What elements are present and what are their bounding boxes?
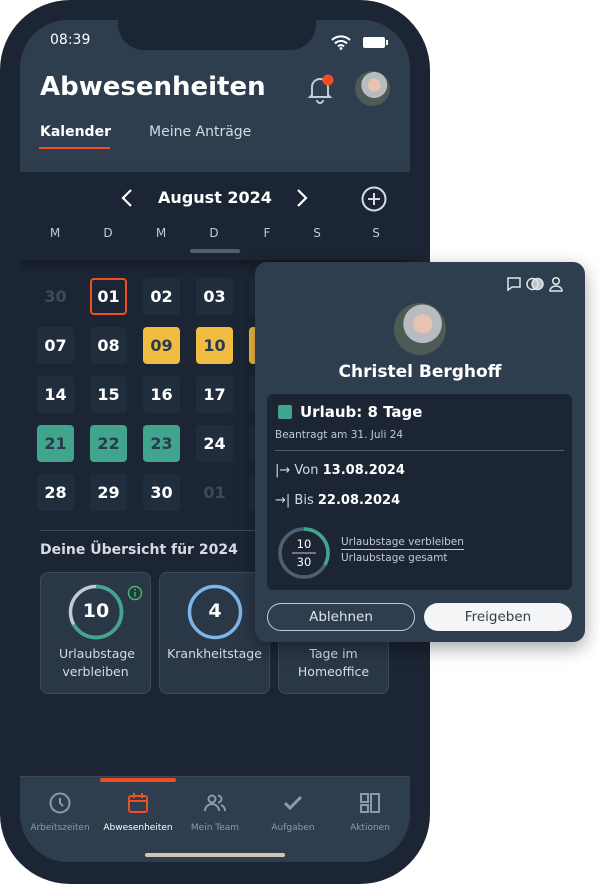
- end-arrow-icon: →|: [275, 493, 291, 508]
- card-label: Urlaubstage verbleiben: [59, 646, 135, 679]
- remaining-label: Urlaubstage verbleiben: [341, 536, 464, 550]
- weekday-label: D: [209, 226, 219, 240]
- from-label: Von: [294, 463, 319, 478]
- calendar-day[interactable]: 03: [196, 278, 233, 315]
- weekday-label: M: [49, 226, 61, 240]
- bottom-nav: Arbeitszeiten Abwesenheiten Mein Team Au…: [20, 776, 410, 862]
- nav-label: Arbeitszeiten: [30, 823, 90, 833]
- chevron-right-icon[interactable]: [295, 188, 309, 208]
- request-popup: Christel Berghoff Urlaub: 8 Tage Beantra…: [255, 262, 585, 642]
- from-date: 13.08.2024: [322, 463, 405, 478]
- calendar-day[interactable]: 14: [37, 376, 74, 413]
- drag-handle[interactable]: [190, 249, 240, 253]
- contrast-icon[interactable]: [526, 276, 544, 292]
- weekday-label: S: [372, 226, 380, 240]
- add-circle-icon[interactable]: [361, 186, 387, 212]
- card-urlaubstage[interactable]: 10 Urlaubstage verbleiben: [40, 572, 151, 694]
- to-label: Bis: [294, 493, 314, 508]
- calendar-day[interactable]: 01: [196, 474, 233, 511]
- calendar-day[interactable]: 30: [37, 278, 74, 315]
- nav-aktionen[interactable]: Aktionen: [331, 791, 409, 833]
- calendar-day[interactable]: 09: [143, 327, 180, 364]
- request-type: Urlaub: 8 Tage: [300, 403, 423, 421]
- card-value: 10: [82, 600, 110, 622]
- overview-title: Deine Übersicht für 2024: [40, 542, 238, 558]
- tab-kalender[interactable]: Kalender: [40, 124, 111, 140]
- divider: [275, 450, 564, 451]
- card-label: Tage im Homeoffice: [297, 646, 370, 679]
- month-bar: [20, 172, 410, 260]
- calendar-day[interactable]: 17: [196, 376, 233, 413]
- user-name: Christel Berghoff: [338, 362, 502, 382]
- calendar-day[interactable]: 16: [143, 376, 180, 413]
- calendar-day[interactable]: 28: [37, 474, 74, 511]
- battery-tip: [386, 40, 388, 45]
- calendar-day[interactable]: 21: [37, 425, 74, 462]
- total-label: Urlaubstage gesamt: [341, 552, 448, 564]
- weekday-label: F: [263, 226, 271, 240]
- calendar-day[interactable]: 10: [196, 327, 233, 364]
- calendar-day[interactable]: 15: [90, 376, 127, 413]
- requested-date: Beantragt am 31. Juli 24: [275, 429, 404, 441]
- start-arrow-icon: |→: [275, 463, 291, 478]
- request-details: Urlaub: 8 Tage Beantragt am 31. Juli 24 …: [267, 394, 572, 590]
- avatar[interactable]: [355, 71, 390, 106]
- approve-button[interactable]: Freigeben: [424, 603, 572, 631]
- clock-icon: [49, 792, 71, 814]
- weekday-label: S: [313, 226, 321, 240]
- tab-active-indicator: [39, 147, 110, 149]
- calendar-day[interactable]: 07: [37, 327, 74, 364]
- remaining-ring: [278, 527, 330, 579]
- bell-icon[interactable]: [306, 74, 334, 104]
- tab-meine-antraege[interactable]: Meine Anträge: [149, 124, 251, 140]
- nav-aufgaben[interactable]: Aufgaben: [254, 791, 332, 833]
- nav-label: Aktionen: [350, 823, 390, 833]
- calendar-day[interactable]: 08: [90, 327, 127, 364]
- calendar-day[interactable]: 23: [143, 425, 180, 462]
- calendar-day[interactable]: 02: [143, 278, 180, 315]
- nav-label: Aufgaben: [271, 823, 315, 833]
- nav-abwesenheiten[interactable]: Abwesenheiten: [99, 791, 177, 833]
- card-value: 4: [208, 600, 222, 622]
- to-date: 22.08.2024: [317, 493, 401, 508]
- calendar-icon: [128, 793, 148, 813]
- total-days: 30: [296, 555, 312, 569]
- calendar-day[interactable]: 29: [90, 474, 127, 511]
- card-label: Krankheitstage: [167, 646, 262, 661]
- page-title: Abwesenheiten: [40, 72, 266, 102]
- user-icon[interactable]: [548, 276, 564, 292]
- header: 08:39 Abwesenheiten Kalender Meine Anträ…: [20, 20, 410, 172]
- team-icon: [204, 794, 226, 812]
- home-indicator: [145, 853, 285, 857]
- nav-active-indicator: [100, 778, 176, 782]
- nav-label: Mein Team: [190, 823, 240, 833]
- remaining-days: 10: [296, 537, 312, 551]
- battery-icon: [363, 37, 385, 48]
- calendar-day[interactable]: 22: [90, 425, 127, 462]
- weekday-label: D: [103, 226, 113, 240]
- nav-label: Abwesenheiten: [103, 823, 173, 833]
- divider: [40, 530, 260, 531]
- nav-arbeitszeiten[interactable]: Arbeitszeiten: [21, 791, 99, 833]
- calendar-day[interactable]: 24: [196, 425, 233, 462]
- month-label: August 2024: [158, 188, 272, 207]
- nav-mein-team[interactable]: Mein Team: [176, 791, 254, 833]
- dashboard-icon: [360, 793, 380, 813]
- vacation-color-swatch: [278, 405, 292, 419]
- info-icon[interactable]: [127, 585, 143, 601]
- card-krankheitstage[interactable]: 4 Krankheitstage: [159, 572, 270, 694]
- weekday-label: M: [155, 226, 167, 240]
- check-icon: [283, 795, 303, 811]
- calendar-day[interactable]: 30: [143, 474, 180, 511]
- wifi-icon: [331, 35, 351, 50]
- calendar-day[interactable]: 01: [90, 278, 127, 315]
- user-avatar: [394, 303, 446, 355]
- status-time: 08:39: [50, 32, 91, 48]
- notch: [118, 20, 316, 50]
- reject-button[interactable]: Ablehnen: [267, 603, 415, 631]
- comment-icon[interactable]: [506, 276, 522, 292]
